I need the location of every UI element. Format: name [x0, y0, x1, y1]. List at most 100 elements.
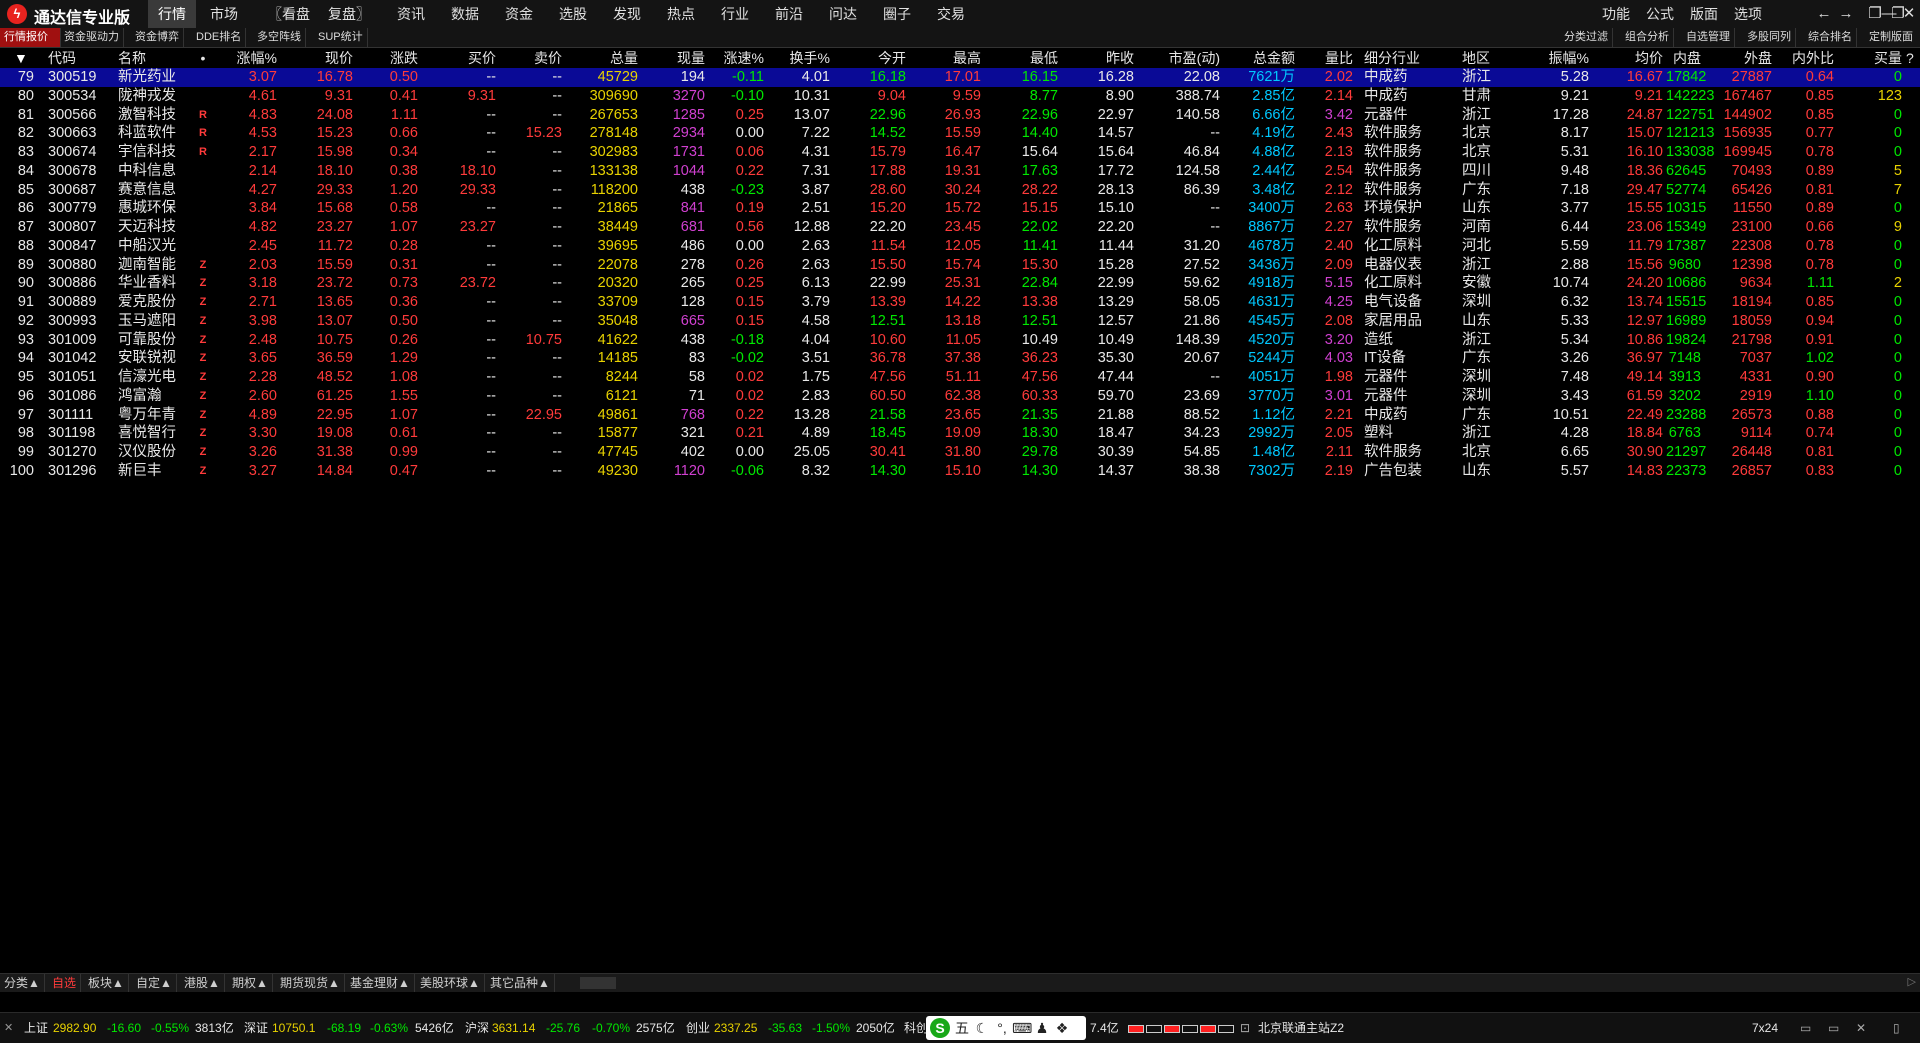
- tab-category-filter[interactable]: 分类过滤: [1560, 28, 1613, 47]
- column-header-pe[interactable]: 市盈(动): [1145, 48, 1220, 69]
- table-row[interactable]: 89 300880 迦南智能 Z 2.03 15.59 0.31 -- -- 22078 278 0.…: [0, 256, 1920, 275]
- menu-trade[interactable]: 交易: [937, 0, 965, 28]
- tab-composite-rank[interactable]: 综合排名: [1804, 28, 1857, 47]
- table-row[interactable]: 86 300779 惠城环保 3.84 15.68 0.58 -- -- 21865 841 0.1…: [0, 199, 1920, 218]
- column-header-avg[interactable]: 均价: [1600, 48, 1663, 69]
- column-header-vol[interactable]: 总量: [570, 48, 638, 69]
- ime-toolbar[interactable]: S 五 ☾ °, ⌨ ♟ ❖: [926, 1016, 1086, 1040]
- table-row[interactable]: 98 301198 喜悦智行 Z 3.30 19.08 0.61 -- -- 15877 321 0.…: [0, 424, 1920, 443]
- table-row[interactable]: 81 300566 激智科技 R 4.83 24.08 1.11 -- -- 267653 1285…: [0, 106, 1920, 125]
- column-header-turn[interactable]: 换手%: [770, 48, 830, 69]
- ime-wubi-mode[interactable]: 五: [952, 1016, 972, 1040]
- column-header-chg-pct[interactable]: 涨幅%: [220, 48, 277, 69]
- tab-fund-drive[interactable]: 资金驱动力: [60, 28, 124, 47]
- column-header-bid[interactable]: 买价: [425, 48, 496, 69]
- server-name[interactable]: 北京联通主站Z2: [1258, 1013, 1344, 1043]
- tools-icon[interactable]: ✕: [1856, 1013, 1866, 1043]
- tab-dde-rank[interactable]: DDE排名: [192, 28, 247, 47]
- menu-view-board[interactable]: 〖看盘: [268, 0, 310, 28]
- table-row[interactable]: 93 301009 可靠股份 Z 2.48 10.75 0.26 -- 10.75 41622 43…: [0, 331, 1920, 350]
- menu-data[interactable]: 数据: [451, 0, 479, 28]
- column-header-prev[interactable]: 昨收: [1070, 48, 1134, 69]
- monitor-icon[interactable]: ▭: [1800, 1013, 1811, 1043]
- sheet-tab-7[interactable]: 基金理财▲: [346, 974, 415, 992]
- menu-funds[interactable]: 资金: [505, 0, 533, 28]
- sheet-tab-5[interactable]: 期权▲: [228, 974, 273, 992]
- column-header-region[interactable]: 地区: [1462, 48, 1522, 69]
- menu-function[interactable]: 功能: [1602, 0, 1630, 28]
- table-row[interactable]: 79 300519 新光药业 3.07 16.78 0.50 -- -- 45729 194 -0.…: [0, 68, 1920, 87]
- table-row[interactable]: 82 300663 科蓝软件 R 4.53 15.23 0.66 -- 15.23 278148 2…: [0, 124, 1920, 143]
- table-row[interactable]: 88 300847 中船汉光 2.45 11.72 0.28 -- -- 39695 486 0.0…: [0, 237, 1920, 256]
- table-row[interactable]: 91 300889 爱克股份 Z 2.71 13.65 0.36 -- -- 33709 128 0.…: [0, 293, 1920, 312]
- tab-portfolio-analysis[interactable]: 组合分析: [1621, 28, 1674, 47]
- menu-quotes[interactable]: 行情: [148, 0, 196, 28]
- forward-arrow-icon[interactable]: →: [1835, 0, 1857, 28]
- column-header-speed[interactable]: 涨速%: [710, 48, 764, 69]
- ime-user-icon[interactable]: ♟: [1032, 1016, 1052, 1040]
- menu-layout[interactable]: 版面: [1690, 0, 1718, 28]
- phone-icon[interactable]: ▯: [1893, 1013, 1900, 1043]
- sogou-ime-icon[interactable]: S: [930, 1018, 950, 1038]
- menu-options[interactable]: 选项: [1734, 0, 1762, 28]
- table-row[interactable]: 80 300534 陇神戎发 4.61 9.31 0.41 9.31 -- 309690 3270…: [0, 87, 1920, 106]
- sort-arrow-icon[interactable]: ▼: [14, 48, 34, 69]
- menu-market[interactable]: 市场: [210, 0, 238, 28]
- column-header-high[interactable]: 最高: [915, 48, 981, 69]
- table-row[interactable]: 85 300687 赛意信息 4.27 29.33 1.20 29.33 -- 118200 43…: [0, 181, 1920, 200]
- column-header-inner[interactable]: 内盘: [1666, 48, 1701, 69]
- column-header-low[interactable]: 最低: [990, 48, 1058, 69]
- column-header-amp[interactable]: 振幅%: [1525, 48, 1589, 69]
- table-row[interactable]: 83 300674 宇信科技 R 2.17 15.98 0.34 -- -- 302983 1731…: [0, 143, 1920, 162]
- menu-ask[interactable]: 问达: [829, 0, 857, 28]
- menu-formula[interactable]: 公式: [1646, 0, 1674, 28]
- sheet-tab-0[interactable]: 分类▲: [0, 974, 45, 992]
- back-arrow-icon[interactable]: ←: [1813, 0, 1835, 28]
- tab-custom-layout[interactable]: 定制版面: [1865, 28, 1917, 47]
- tab-multi-stock[interactable]: 多股同列: [1743, 28, 1796, 47]
- table-row[interactable]: 84 300678 中科信息 2.14 18.10 0.38 18.10 -- 133138 10…: [0, 162, 1920, 181]
- ime-moon-icon[interactable]: ☾: [972, 1016, 992, 1040]
- sheet-tab-3[interactable]: 自定▲: [132, 974, 177, 992]
- menu-news[interactable]: 资讯: [397, 0, 425, 28]
- column-header-amount[interactable]: 总金额: [1225, 48, 1295, 69]
- sheet-tab-2[interactable]: 板块▲: [84, 974, 129, 992]
- close-ticker-icon[interactable]: ✕: [4, 1013, 13, 1043]
- ime-punct-icon[interactable]: °,: [992, 1016, 1012, 1040]
- column-header-price[interactable]: 现价: [285, 48, 353, 69]
- tab-watchlist-manage[interactable]: 自选管理: [1682, 28, 1735, 47]
- menu-industry[interactable]: 行业: [721, 0, 749, 28]
- table-row[interactable]: 94 301042 安联锐视 Z 3.65 36.59 1.29 -- -- 14185 83 -0.…: [0, 349, 1920, 368]
- tab-sup-stats[interactable]: SUP统计: [314, 28, 368, 47]
- menu-discover[interactable]: 发现: [613, 0, 641, 28]
- column-header-open[interactable]: 今开: [840, 48, 906, 69]
- horizontal-scrollbar[interactable]: [580, 977, 616, 989]
- table-row[interactable]: 99 301270 汉仪股份 Z 3.26 31.38 0.99 -- -- 47745 402 0.…: [0, 443, 1920, 462]
- column-header-bidvol[interactable]: 买量: [1840, 48, 1902, 69]
- menu-review[interactable]: 复盘〗: [328, 0, 370, 28]
- column-header-tag[interactable]: •: [190, 48, 216, 69]
- table-row[interactable]: 90 300886 华业香料 Z 3.18 23.72 0.73 23.72 -- 20320 26…: [0, 274, 1920, 293]
- close-icon[interactable]: ✕: [1898, 0, 1920, 28]
- column-header-code[interactable]: 代码: [48, 48, 106, 69]
- scroll-right-icon[interactable]: ▷: [1908, 975, 1916, 988]
- table-row[interactable]: 92 300993 玉马遮阳 Z 3.98 13.07 0.50 -- -- 35048 665 0.…: [0, 312, 1920, 331]
- sheet-tab-1[interactable]: 自选: [48, 974, 82, 992]
- column-header-ask[interactable]: 卖价: [505, 48, 562, 69]
- tab-long-short[interactable]: 多空阵线: [253, 28, 306, 47]
- column-header-vr[interactable]: 量比: [1300, 48, 1353, 69]
- sheet-tab-4[interactable]: 港股▲: [180, 974, 225, 992]
- table-row[interactable]: 95 301051 信濠光电 Z 2.28 48.52 1.08 -- -- 8244 58 0.02…: [0, 368, 1920, 387]
- sheet-tab-6[interactable]: 期货现货▲: [276, 974, 345, 992]
- table-row[interactable]: 97 301111 粤万年青 Z 4.89 22.95 1.07 -- 22.95 49861 76…: [0, 406, 1920, 425]
- column-header-outer[interactable]: 外盘: [1710, 48, 1772, 69]
- menu-stock-picker[interactable]: 选股: [559, 0, 587, 28]
- sheet-tab-8[interactable]: 美股环球▲: [416, 974, 485, 992]
- sheet-tab-9[interactable]: 其它品种▲: [486, 974, 555, 992]
- tab-quote[interactable]: 行情报价: [0, 28, 61, 47]
- ime-apps-icon[interactable]: ❖: [1052, 1016, 1072, 1040]
- menu-circle[interactable]: 圈子: [883, 0, 911, 28]
- column-header-chg[interactable]: 涨跌: [360, 48, 418, 69]
- table-row[interactable]: 96 301086 鸿富瀚 Z 2.60 61.25 1.55 -- -- 6121 71 0.02 2…: [0, 387, 1920, 406]
- column-header-industry[interactable]: 细分行业: [1364, 48, 1454, 69]
